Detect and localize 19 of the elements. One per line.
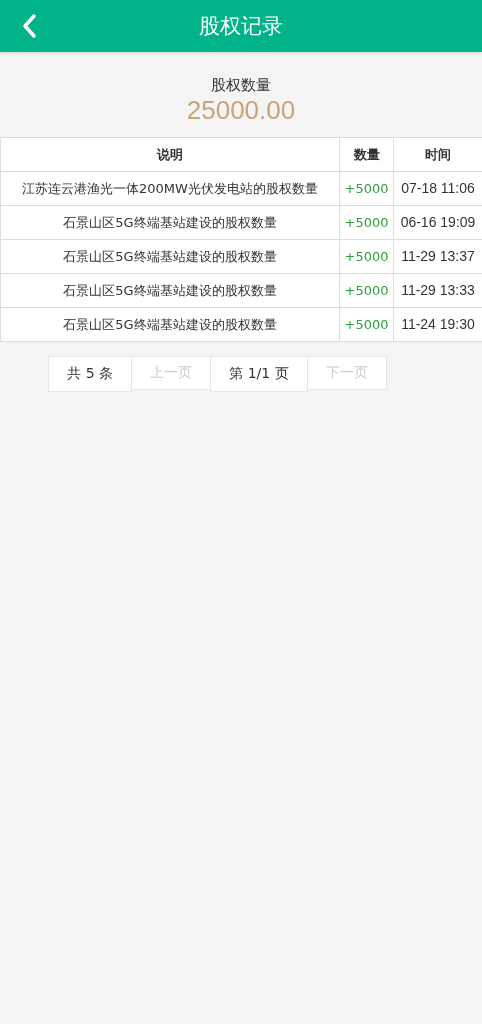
table-cell: +5000 (339, 239, 394, 274)
page-title: 股权记录 (199, 13, 283, 40)
table-cell: 江苏连云港渔光一体200MW光伏发电站的股权数量 (0, 171, 340, 206)
back-icon[interactable] (20, 13, 38, 39)
summary-value: 25000.00 (186, 95, 296, 125)
column-header: 时间 (393, 137, 482, 172)
table-cell: 石景山区5G终端基站建设的股权数量 (0, 273, 340, 308)
page-info: 第 1/1 页 (210, 356, 308, 392)
table-cell: +5000 (339, 171, 394, 206)
column-header: 数量 (339, 137, 394, 172)
page-info: 共 5 条 (48, 356, 133, 392)
table-cell: +5000 (339, 205, 394, 240)
table-cell: 石景山区5G终端基站建设的股权数量 (0, 307, 340, 342)
table-cell: +5000 (339, 273, 394, 308)
table-cell: +5000 (339, 307, 394, 342)
column-header: 说明 (0, 137, 340, 172)
table-cell: 石景山区5G终端基站建设的股权数量 (0, 205, 340, 240)
table-cell: 石景山区5G终端基站建设的股权数量 (0, 239, 340, 274)
summary-label: 股权数量 (211, 76, 271, 95)
